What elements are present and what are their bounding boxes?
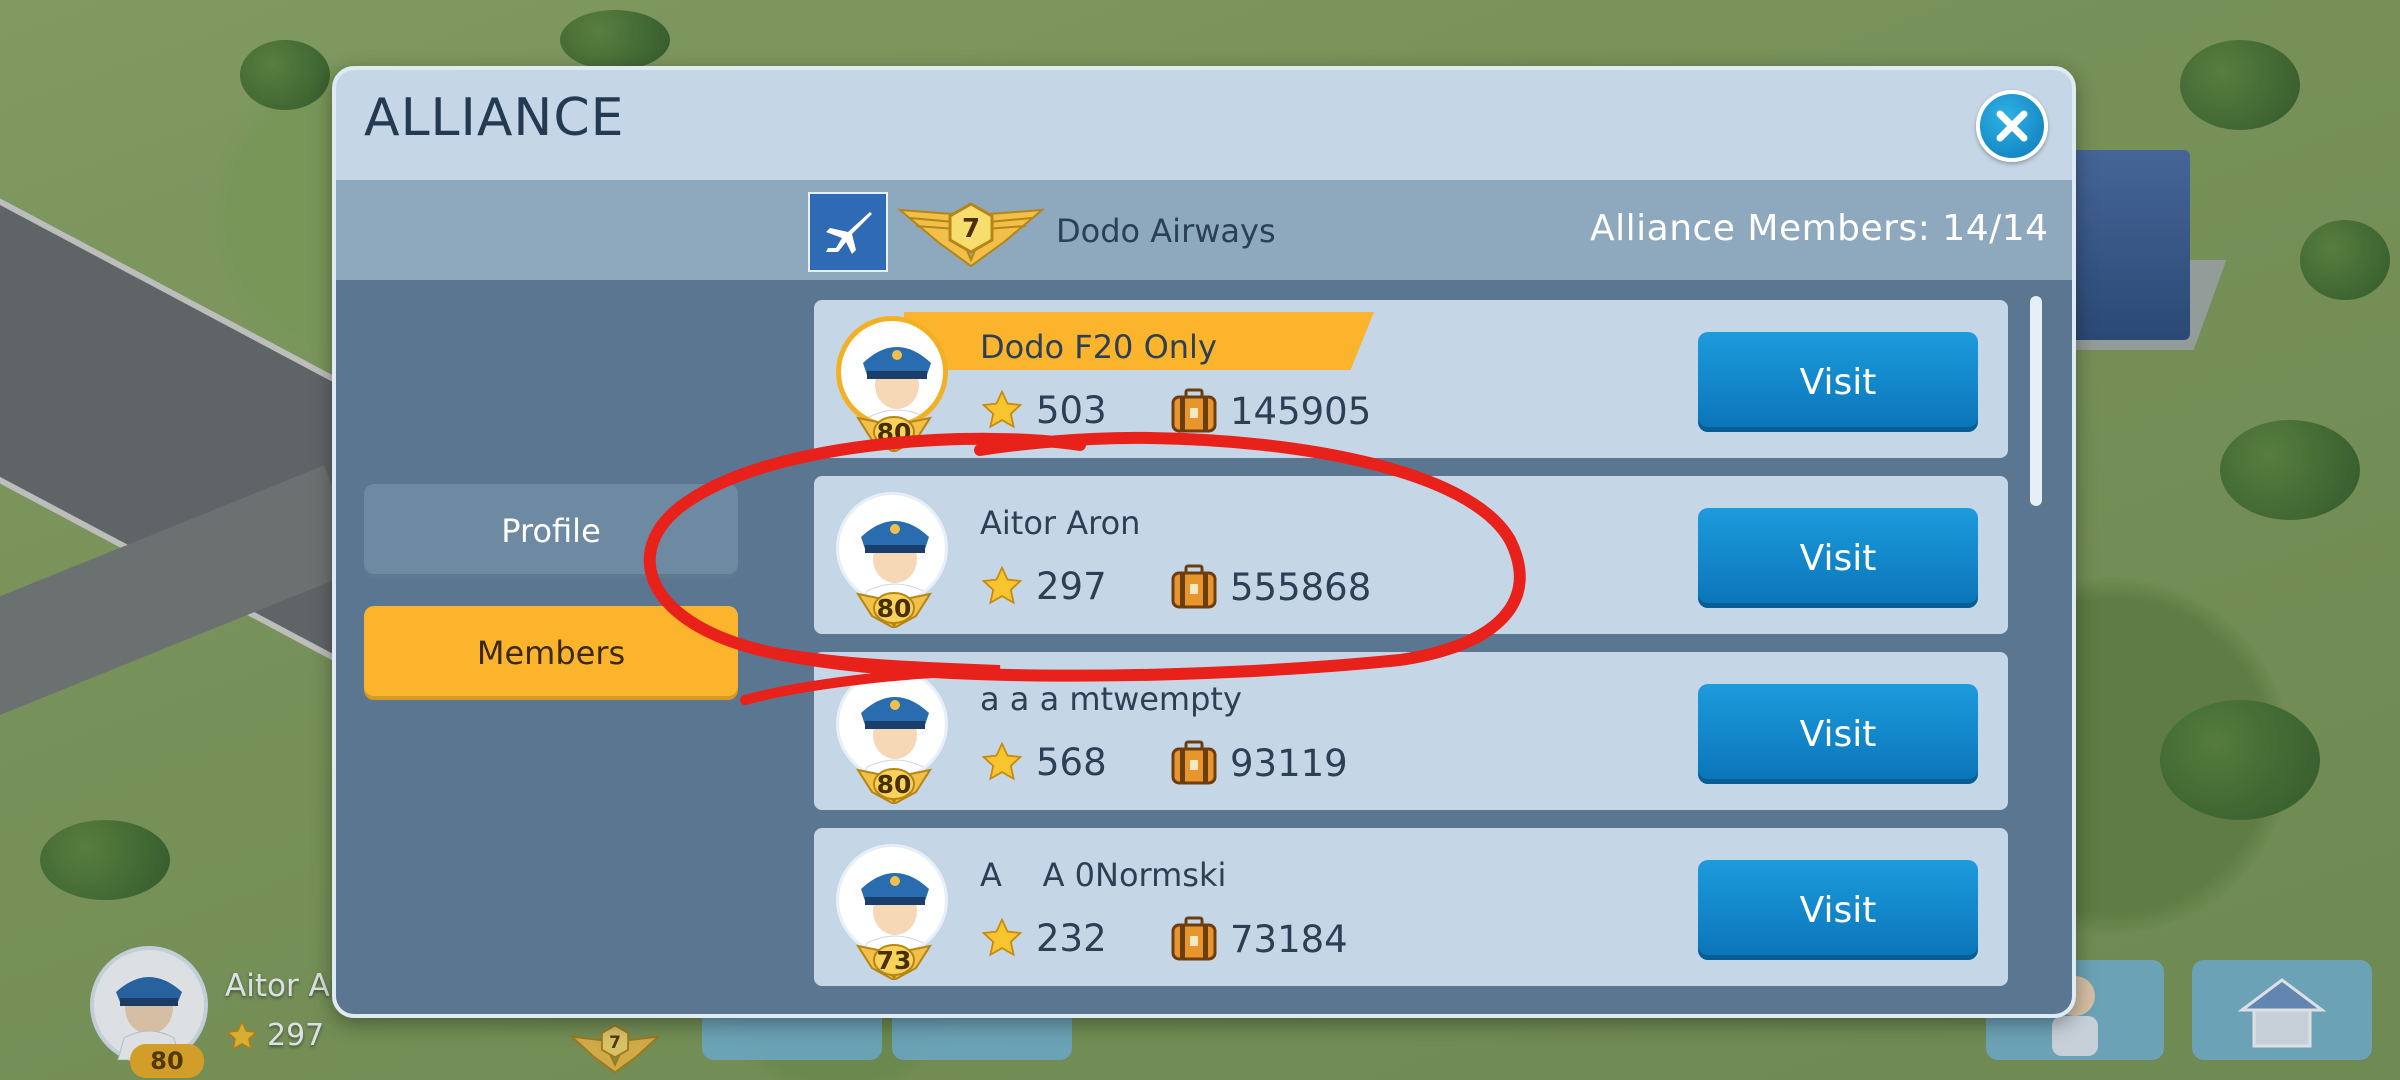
star-icon [981,389,1023,429]
airplane-icon [826,212,872,254]
visit-button[interactable]: Visit [1698,332,1978,432]
member-name: a a a mtwempty [980,680,1242,718]
tab-profile-label: Profile [501,512,601,550]
star-icon [981,917,1023,957]
member-level-badge: 80 [855,412,933,454]
alliance-name: Dodo Airways [1056,212,1276,250]
member-level-badge: 80 [855,588,933,630]
airline-logo-icon [808,192,888,272]
star-icon [981,741,1023,781]
visit-button[interactable]: Visit [1698,684,1978,784]
close-icon [1996,110,2028,142]
wings-badge-icon: 7 [896,202,1046,268]
member-row: 80 Aitor Aron 297 555868 Visit [814,476,2008,634]
members-scrollbar[interactable] [2030,296,2042,506]
suitcase-icon [1171,564,1217,609]
member-row: 80 Dodo F20 Only 503 145905 Visit [814,300,2008,458]
tab-members[interactable]: Members [364,606,738,700]
member-cargo: 93119 [1170,740,1348,786]
visit-button[interactable]: Visit [1698,508,1978,608]
suitcase-icon [1171,916,1217,961]
member-name: A A 0Normski [980,856,1227,894]
suitcase-icon [1171,740,1217,785]
member-cargo: 145905 [1170,388,1371,434]
dialog-title: ALLIANCE [364,88,625,148]
visit-button[interactable]: Visit [1698,860,1978,960]
alliance-members-count: Alliance Members: 14/14 [1590,208,2049,249]
star-icon [981,565,1023,605]
member-stars: 297 [980,564,1107,608]
tab-members-label: Members [476,634,626,672]
member-cargo: 73184 [1170,916,1348,962]
close-button[interactable] [1976,90,2048,162]
member-row: 73 A A 0Normski 232 73184 Visit [814,828,2008,986]
member-stars: 232 [980,916,1107,960]
member-level-badge: 80 [855,764,933,806]
member-name: Aitor Aron [980,504,1141,542]
member-level-badge: 73 [855,940,933,982]
alliance-rank-badge: 7 [896,196,1046,268]
member-row: 80 a a a mtwempty 568 93119 Visit [814,652,2008,810]
members-list[interactable]: 80 Dodo F20 Only 503 145905 Visit 80 Ait… [814,300,2014,990]
suitcase-icon [1171,388,1217,433]
member-cargo: 555868 [1170,564,1371,610]
member-stars: 503 [980,388,1107,432]
member-name: Dodo F20 Only [980,328,1217,366]
svg-text:7: 7 [962,214,980,244]
member-stars: 568 [980,740,1107,784]
tab-profile[interactable]: Profile [364,484,738,578]
